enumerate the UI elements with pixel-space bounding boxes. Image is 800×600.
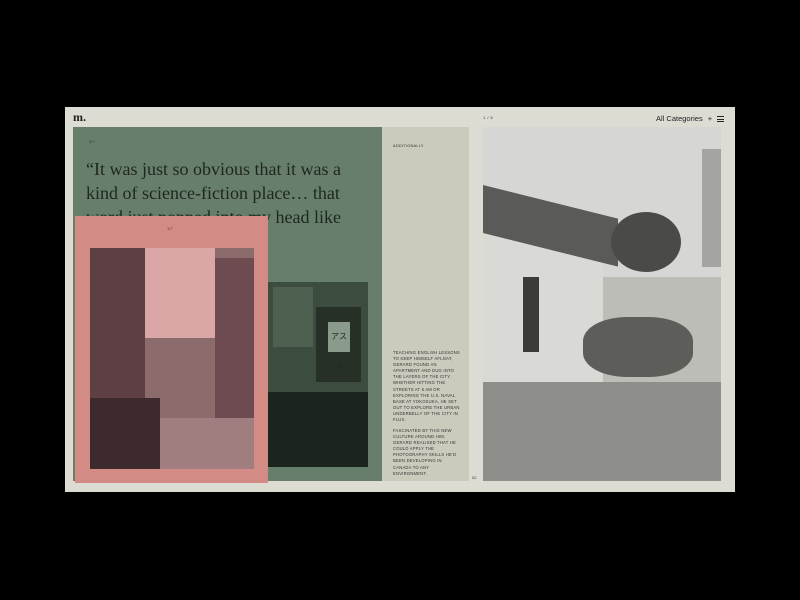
tokyo-street-photo — [90, 248, 254, 469]
text-column: ADDITIONALLY TEACHING ENGLISH LESSONS TO… — [382, 127, 476, 481]
photo-card[interactable]: 1/7 — [75, 216, 268, 483]
category-dropdown[interactable]: All Categories + — [656, 114, 712, 123]
page-number: 02 — [472, 475, 477, 480]
page-indicator: 1 / 6 — [483, 115, 494, 120]
panel-index: 3/7 — [89, 139, 95, 144]
body-paragraph-2: FASCINATED BY THIS NEW CULTURE AROUND HI… — [393, 428, 457, 476]
column-heading: ADDITIONALLY — [393, 144, 424, 148]
street-sign: アスペ — [328, 322, 350, 371]
hamburger-menu-icon[interactable] — [717, 116, 724, 124]
street-photo: アスペ — [268, 282, 368, 467]
house-photo — [483, 127, 721, 481]
article-spread: m. 1 / 6 All Categories + 3/7 “It was ju… — [65, 107, 735, 492]
category-label: All Categories — [656, 114, 703, 123]
card-index: 1/7 — [167, 226, 173, 231]
logo[interactable]: m. — [73, 110, 86, 125]
body-paragraph-1: TEACHING ENGLISH LESSONS TO KEEP HIMSELF… — [393, 350, 460, 423]
plus-icon: + — [707, 114, 713, 123]
